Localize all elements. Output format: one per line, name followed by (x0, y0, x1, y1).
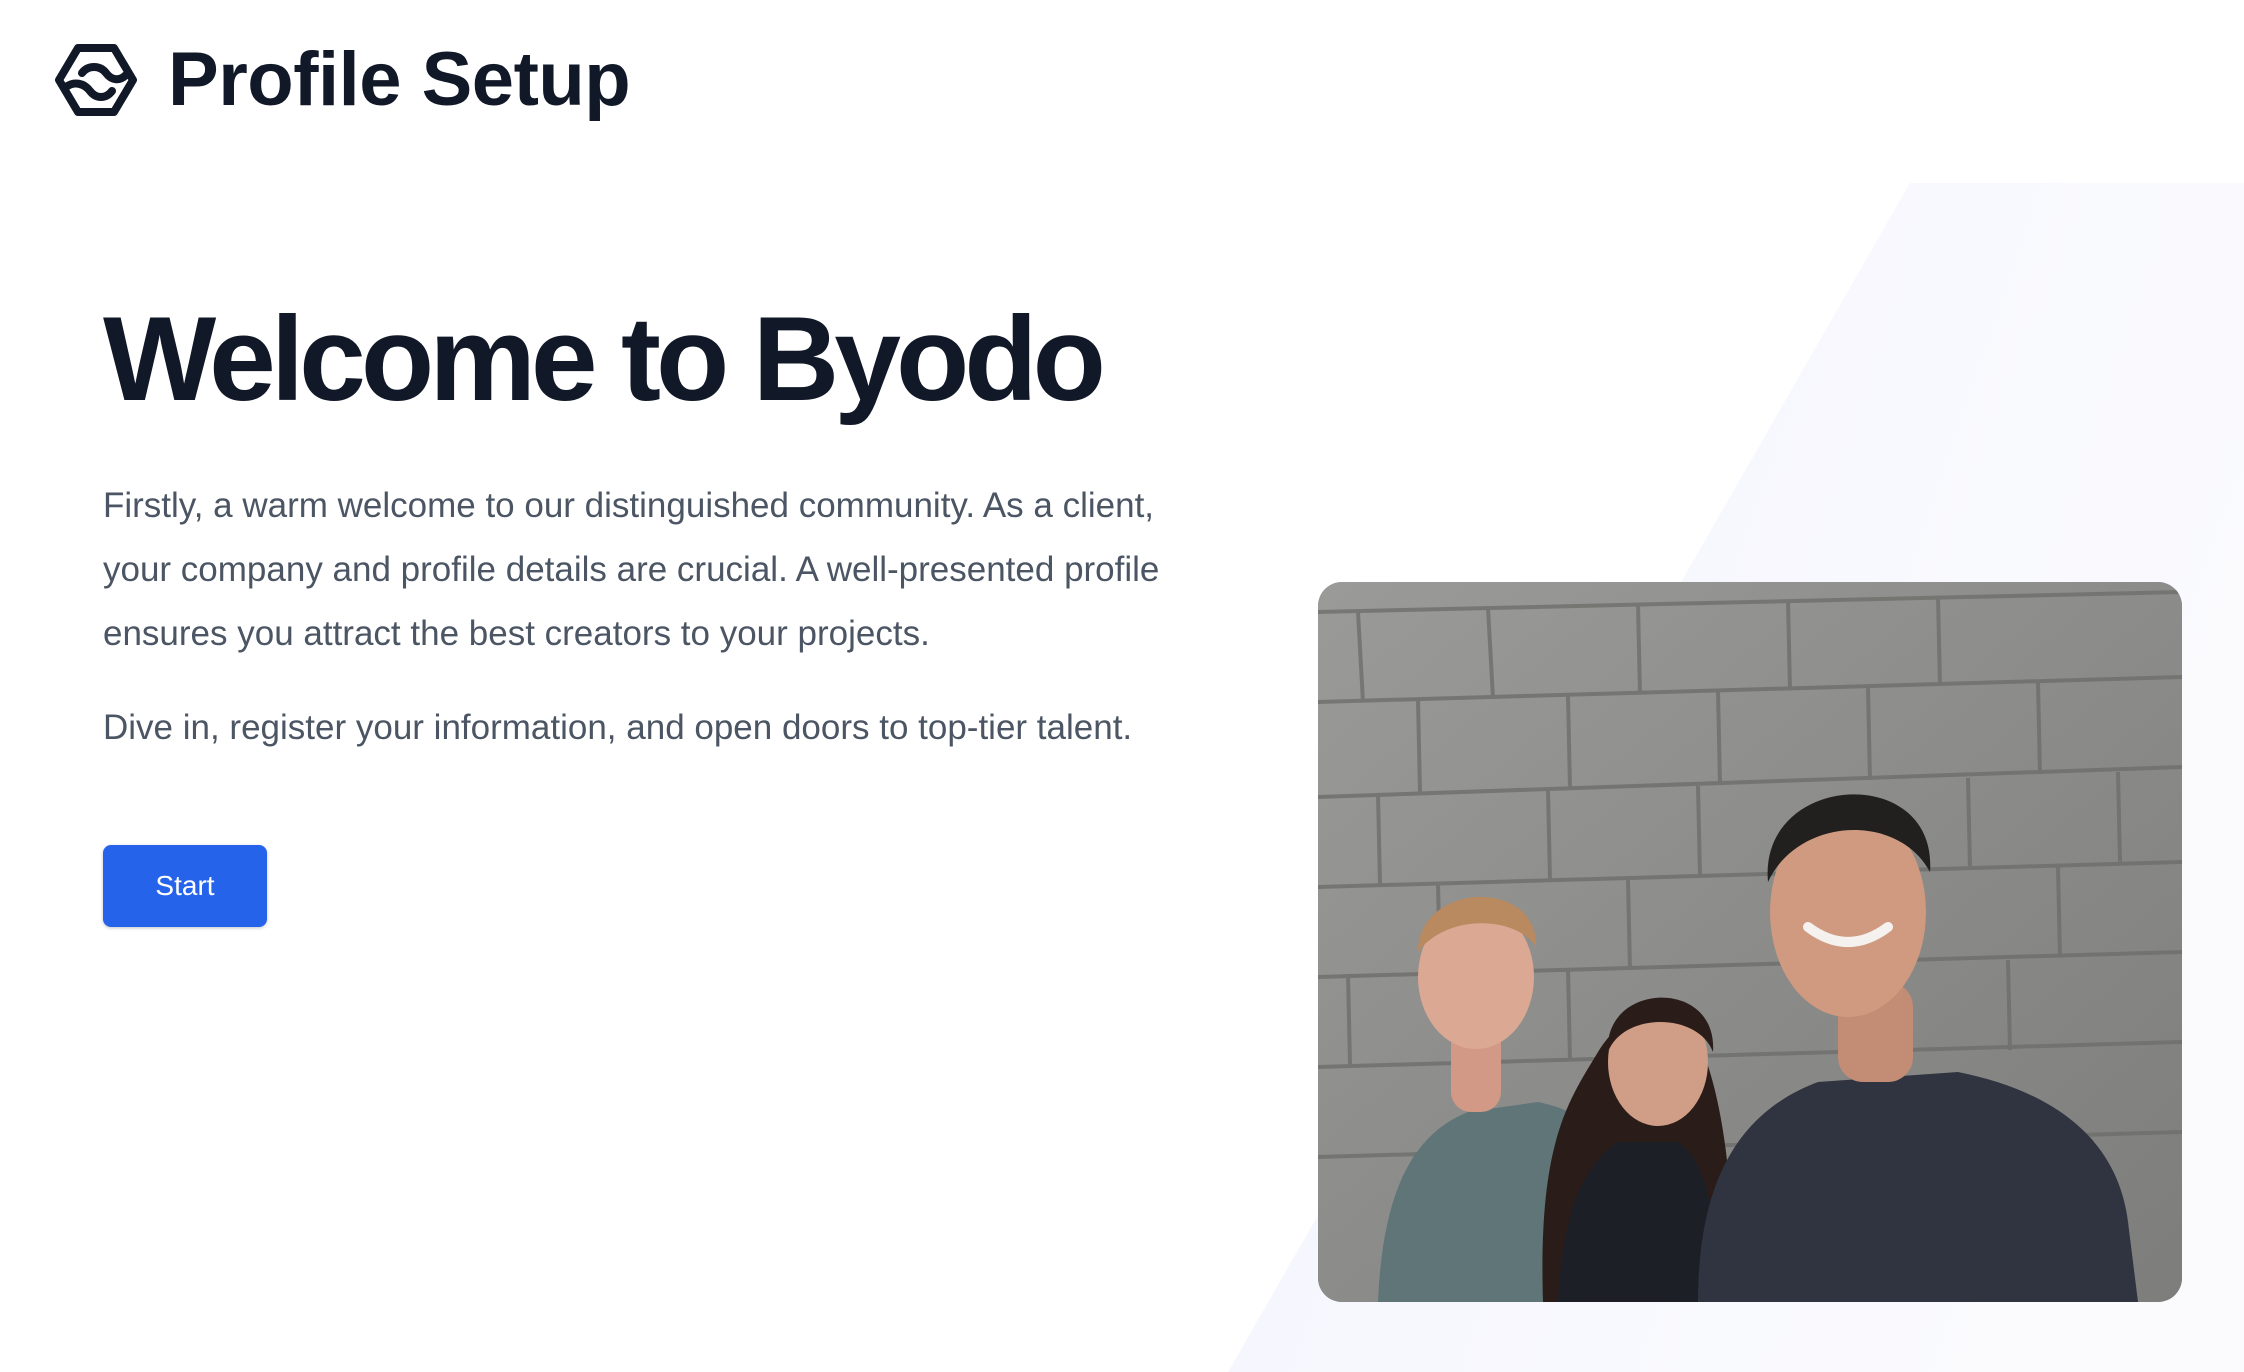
hero-intro-paragraph: Firstly, a warm welcome to our distingui… (103, 486, 1160, 653)
team-photo-illustration (1318, 582, 2182, 1302)
hero-cta-paragraph: Dive in, register your information, and … (103, 708, 1133, 747)
byodo-hexagon-logo-icon[interactable] (54, 41, 138, 119)
page-title: Profile Setup (168, 37, 631, 122)
start-button[interactable]: Start (103, 845, 267, 927)
hero-title: Welcome to Byodo (103, 292, 1106, 426)
app-header: Profile Setup (54, 36, 631, 124)
hero-section: Welcome to Byodo Firstly, a warm welcome… (103, 290, 1283, 927)
team-photo (1318, 582, 2182, 1302)
